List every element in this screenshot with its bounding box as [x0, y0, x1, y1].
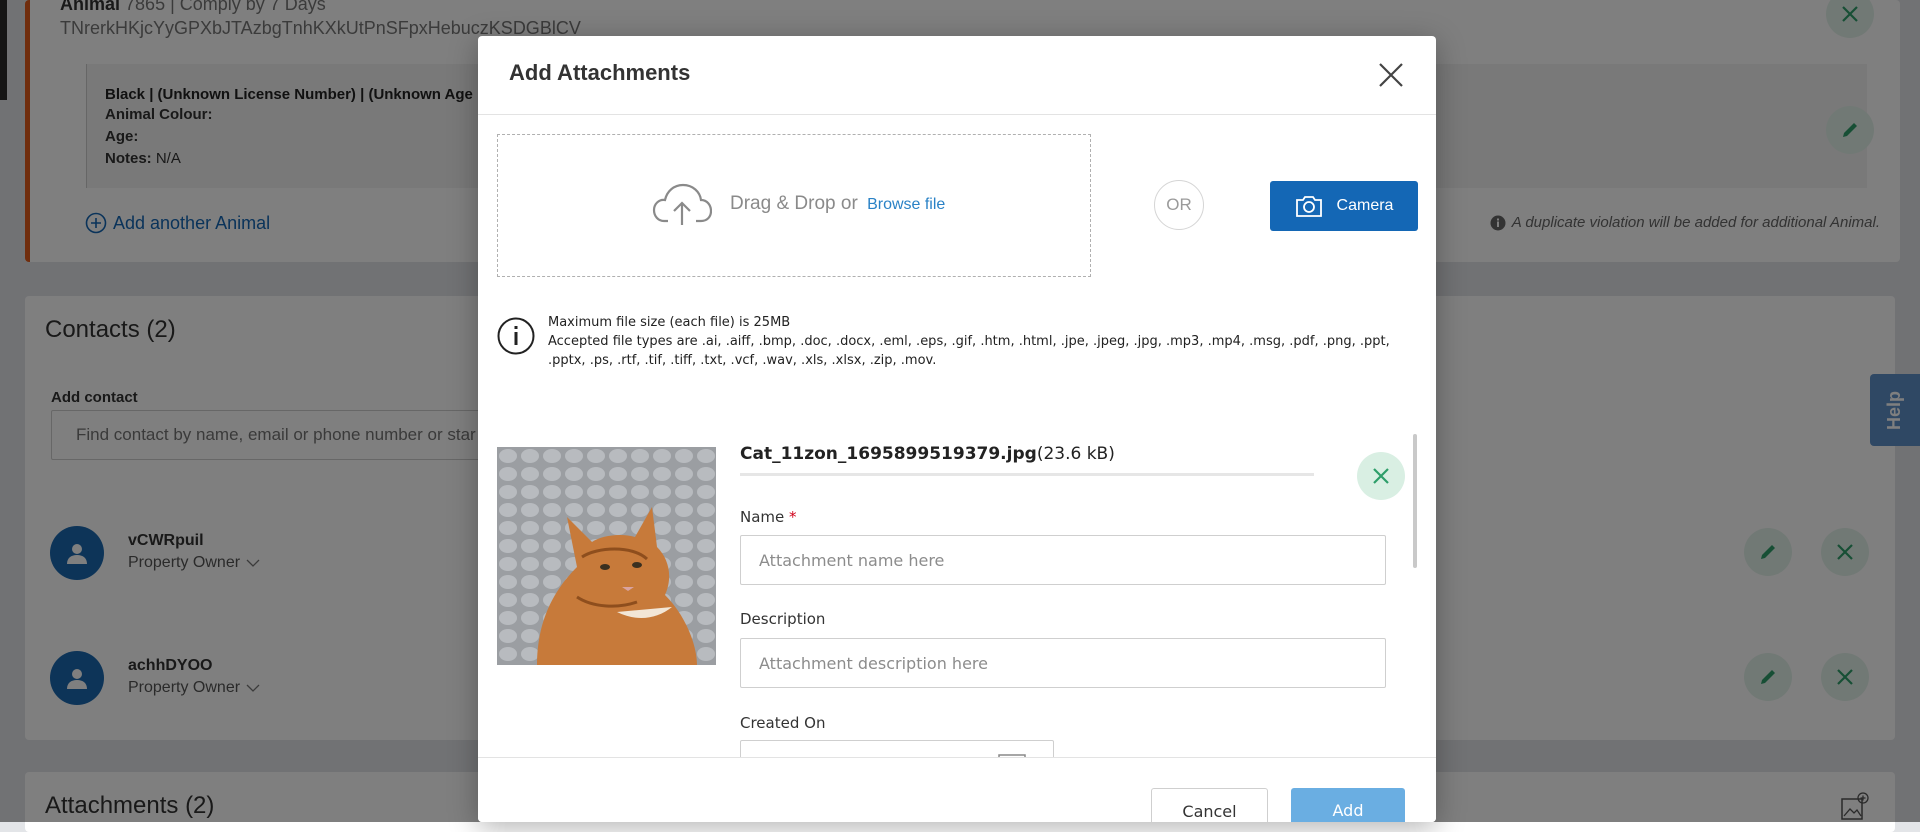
camera-icon: [1295, 196, 1322, 217]
modal-title: Add Attachments: [509, 60, 691, 85]
attachment-description-input[interactable]: [740, 638, 1386, 688]
camera-button[interactable]: Camera: [1270, 181, 1418, 231]
add-attachments-modal: Add Attachments Drag & Drop or Browse fi…: [478, 36, 1436, 822]
close-icon: [1379, 63, 1403, 87]
max-size-text: Maximum file size (each file) is 25MB: [548, 315, 791, 330]
name-label: Name: [740, 508, 785, 526]
upload-progress: [740, 473, 1314, 476]
info-icon: [497, 317, 535, 355]
file-name: Cat_11zon_1695899519379.jpg: [740, 444, 1037, 464]
add-button[interactable]: Add: [1291, 788, 1405, 822]
description-label: Description: [740, 610, 826, 628]
cancel-button[interactable]: Cancel: [1151, 788, 1268, 822]
cloud-upload-icon: [652, 183, 712, 225]
file-thumbnail: [497, 447, 716, 665]
required-mark: *: [789, 508, 797, 526]
attachment-name-input[interactable]: [740, 535, 1386, 585]
close-icon: [1373, 468, 1389, 484]
camera-label: Camera: [1336, 197, 1394, 214]
created-on-label: Created On: [740, 714, 826, 732]
file-size: (23.6 kB): [1036, 444, 1115, 464]
file-dropzone[interactable]: Drag & Drop or Browse file: [497, 134, 1091, 277]
modal-header: Add Attachments: [478, 36, 1436, 115]
cat-photo: [497, 447, 716, 665]
dropzone-text: Drag & Drop or: [730, 193, 858, 214]
modal-close-button[interactable]: [1378, 62, 1404, 88]
accepted-types-text: Accepted file types are .ai, .aiff, .bmp…: [548, 334, 1390, 368]
remove-file-button[interactable]: [1357, 452, 1405, 500]
modal-scrollbar[interactable]: [1413, 434, 1417, 568]
browse-file-link[interactable]: Browse file: [867, 196, 945, 213]
or-divider: OR: [1154, 180, 1204, 230]
